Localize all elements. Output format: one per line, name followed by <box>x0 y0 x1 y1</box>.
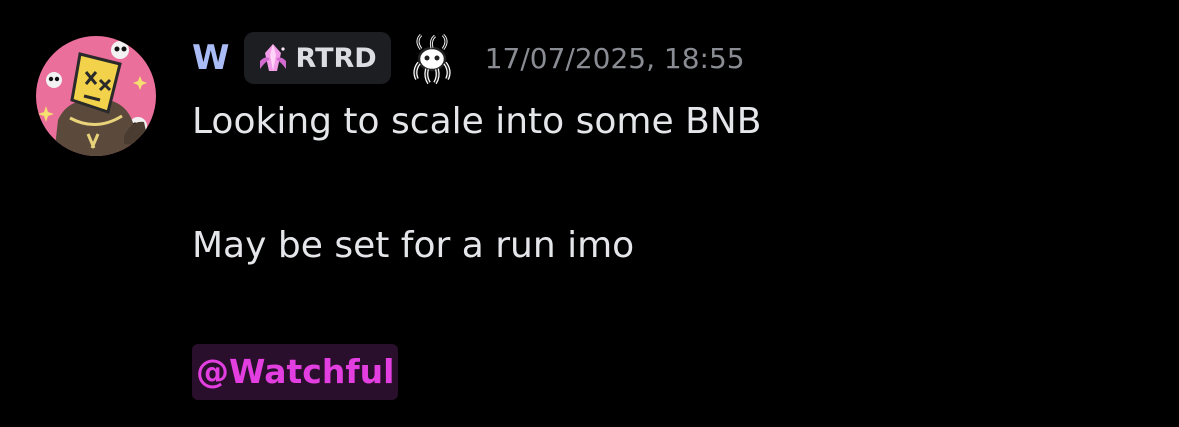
user-avatar[interactable] <box>36 36 156 156</box>
clan-tag-label: RTRD <box>295 42 377 74</box>
message-timestamp[interactable]: 17/07/2025, 18:55 <box>485 42 745 75</box>
message-text-line: May be set for a run imo <box>192 225 635 266</box>
octopus-badge-icon[interactable] <box>405 31 459 85</box>
clan-tag[interactable]: RTRD <box>243 32 391 84</box>
chat-message: W RTRD 17/07/2025, 18:55 Looking to scal… <box>0 0 1179 427</box>
user-mention[interactable]: @Watchful <box>192 344 399 400</box>
cartoon-avatar-icon <box>36 36 156 156</box>
message-header: W RTRD 17/07/2025, 18:55 <box>192 30 745 86</box>
pink-crystal-icon <box>259 44 286 71</box>
author-name[interactable]: W <box>192 30 230 86</box>
message-text-line: Looking to scale into some BNB <box>192 101 762 142</box>
